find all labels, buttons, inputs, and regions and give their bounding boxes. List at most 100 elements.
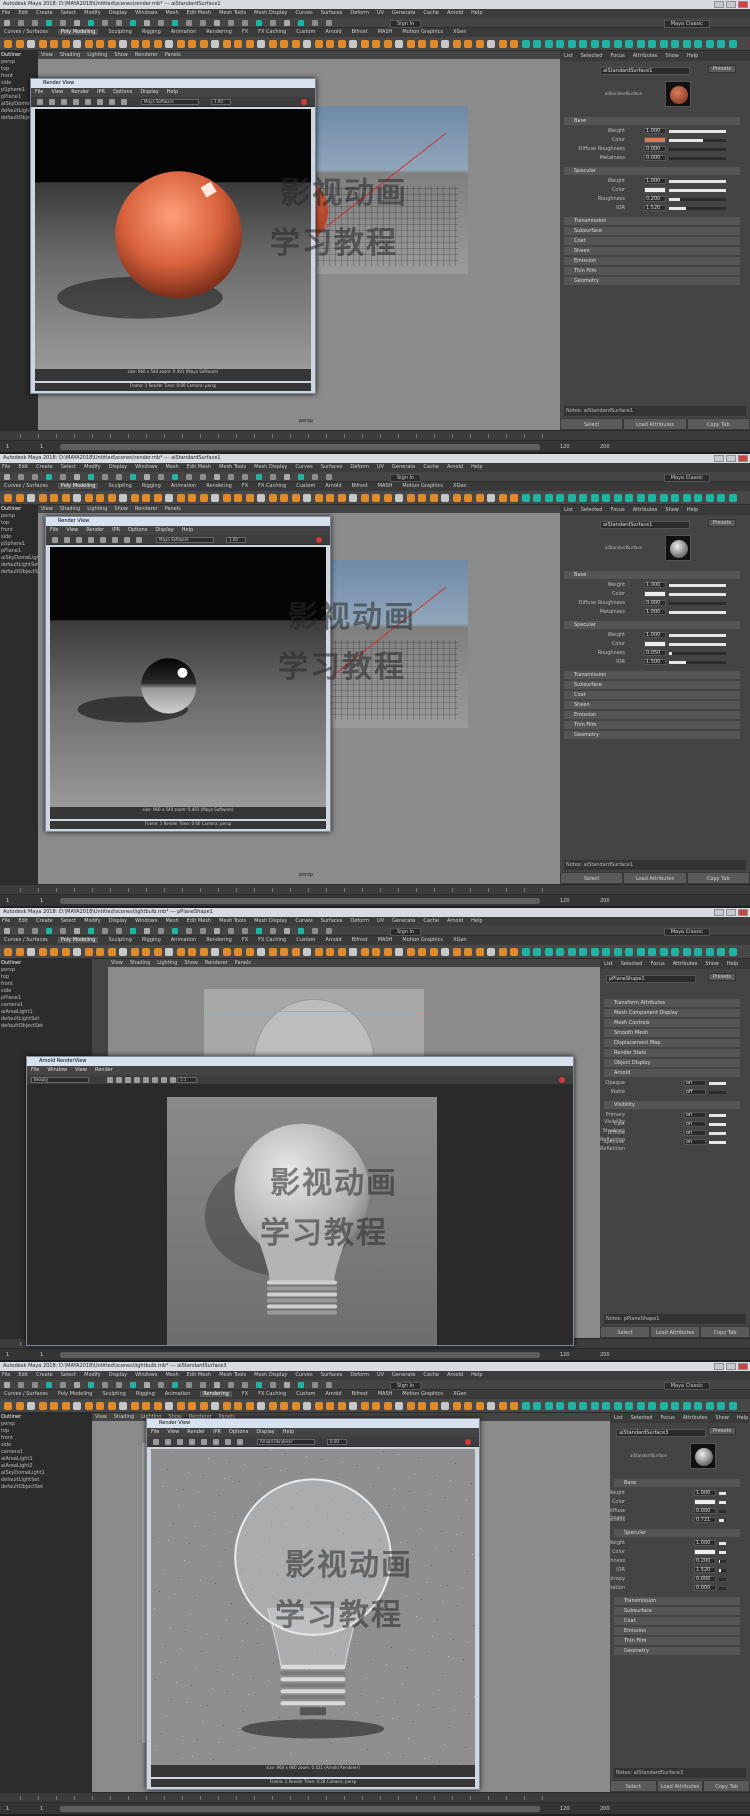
shelf-tool-icon[interactable] (119, 1402, 127, 1410)
shelf-tool-icon[interactable] (119, 494, 127, 502)
range-playback-start[interactable]: 1 (40, 895, 43, 906)
attr-value-field[interactable]: 0.000 (644, 155, 666, 161)
viewport-menu-view[interactable]: View (41, 506, 53, 512)
status-tool-icon[interactable] (46, 474, 52, 480)
shelf-tab-curves-surfaces[interactable]: Curves / Surfaces (4, 1391, 48, 1397)
shelf-tool-icon[interactable] (590, 1402, 599, 1410)
attr-slider[interactable] (669, 661, 726, 664)
menu-mesh[interactable]: Mesh (165, 464, 178, 470)
range-end-field[interactable]: 120 (560, 895, 570, 906)
range-start-field[interactable]: 1 (6, 441, 9, 452)
shelf-tool-icon[interactable] (268, 1402, 277, 1410)
shelf-tool-icon[interactable] (337, 40, 346, 48)
status-tool-icon[interactable] (172, 1382, 178, 1388)
range-start-field[interactable]: 1 (6, 895, 9, 906)
menu-file[interactable]: File (2, 1372, 10, 1378)
menu-edit-mesh[interactable]: Edit Mesh (187, 918, 211, 924)
attr-section-collapsed[interactable]: Sheen (564, 247, 740, 255)
shelf-tool-icon[interactable] (556, 494, 564, 502)
attr-tab-list[interactable]: List (604, 961, 613, 967)
status-tool-icon[interactable] (60, 20, 66, 26)
shelf-tool-icon[interactable] (326, 494, 334, 502)
render-stop-icon[interactable] (301, 99, 307, 105)
shelf-tool-icon[interactable] (682, 948, 691, 956)
status-tool-icon[interactable] (326, 474, 332, 480)
viewport-menu-renderer[interactable]: Renderer (135, 52, 158, 58)
range-bar[interactable] (60, 898, 540, 904)
attr-value-field[interactable]: 1.500 (644, 659, 666, 665)
attr-tab-show[interactable]: Show (665, 53, 679, 59)
render-tool-icon[interactable] (112, 537, 118, 543)
attr-tab-help[interactable]: Help (737, 1415, 748, 1421)
outliner-item[interactable]: aiSkyDomeLight1 (1, 555, 38, 562)
shelf-tool-icon[interactable] (245, 494, 254, 502)
menu-select[interactable]: Select (61, 10, 76, 16)
status-tool-icon[interactable] (186, 928, 192, 934)
shelf-tool-icon[interactable] (590, 40, 599, 48)
attr-tab-show[interactable]: Show (665, 507, 679, 513)
render-menu-help[interactable]: Help (283, 1429, 294, 1435)
shelf-tool-icon[interactable] (487, 40, 495, 48)
attr-slider[interactable] (719, 1560, 726, 1563)
status-tool-icon[interactable] (4, 474, 10, 480)
shelf-tool-icon[interactable] (61, 948, 70, 956)
attr-value-field[interactable] (644, 641, 666, 647)
attr-section-specular[interactable]: Specular (614, 1529, 740, 1537)
shelf-tool-icon[interactable] (291, 40, 300, 48)
shelf-tool-icon[interactable] (567, 40, 576, 48)
attr-value-field[interactable]: on (684, 1121, 706, 1127)
shelf-tool-icon[interactable] (613, 948, 622, 956)
status-tool-icon[interactable] (60, 1382, 66, 1388)
render-stop-icon[interactable] (316, 537, 322, 543)
menu-display[interactable]: Display (109, 1372, 127, 1378)
shelf-tab-rendering[interactable]: Rendering (206, 483, 232, 489)
shelf-tool-icon[interactable] (452, 1402, 461, 1410)
shelf-tool-icon[interactable] (257, 1402, 265, 1410)
status-tool-icon[interactable] (270, 474, 276, 480)
viewport-menu-view[interactable]: View (111, 960, 123, 966)
shelf-tool-icon[interactable] (73, 40, 81, 48)
status-tool-icon[interactable] (326, 928, 332, 934)
workspace-selector[interactable]: Maya Classic (663, 1382, 710, 1390)
attr-slider[interactable] (669, 157, 726, 160)
range-end-field[interactable]: 120 (560, 1803, 570, 1814)
status-tool-icon[interactable] (256, 20, 262, 26)
renderer-dropdown[interactable]: Arnold Renderer (257, 1439, 315, 1445)
shelf-tool-icon[interactable] (418, 948, 426, 956)
attr-section-specular[interactable]: Specular (564, 167, 740, 175)
menu-cache[interactable]: Cache (423, 10, 439, 16)
attr-tab-help[interactable]: Help (687, 53, 698, 59)
range-playback-start[interactable]: 1 (40, 1349, 43, 1360)
status-tool-icon[interactable] (228, 474, 234, 480)
status-tool-icon[interactable] (256, 1382, 262, 1388)
shelf-tool-icon[interactable] (648, 948, 656, 956)
attr-button-select[interactable]: Select (560, 418, 624, 430)
shelf-tab-animation[interactable]: Animation (165, 1391, 191, 1397)
render-tool-icon[interactable] (143, 1077, 149, 1083)
render-tool-icon[interactable] (73, 99, 79, 105)
shelf-tool-icon[interactable] (96, 494, 104, 502)
menu-select[interactable]: Select (61, 918, 76, 924)
maximize-button[interactable] (726, 909, 736, 916)
shelf-tool-icon[interactable] (671, 494, 679, 502)
shelf-tab-mash[interactable]: MASH (378, 1391, 393, 1397)
attr-section-collapsed[interactable]: Subsurface (564, 681, 740, 689)
close-button[interactable] (738, 455, 748, 462)
shelf-tool-icon[interactable] (291, 948, 300, 956)
shelf-tool-icon[interactable] (579, 494, 587, 502)
shelf-tool-icon[interactable] (211, 40, 219, 48)
shelf-tool-icon[interactable] (383, 1402, 392, 1410)
shelf-tool-icon[interactable] (326, 948, 334, 956)
attr-tab-show[interactable]: Show (715, 1415, 729, 1421)
shelf-tool-icon[interactable] (728, 40, 737, 48)
attr-slider[interactable] (669, 139, 726, 142)
shelf-tab-motion-graphics[interactable]: Motion Graphics (402, 29, 443, 35)
shelf-tool-icon[interactable] (176, 948, 185, 956)
render-tool-icon[interactable] (213, 1439, 219, 1445)
attr-section-collapsed[interactable]: Thin Film (564, 267, 740, 275)
menu-curves[interactable]: Curves (295, 464, 312, 470)
shelf-tool-icon[interactable] (671, 948, 679, 956)
attr-button-select[interactable]: Select (600, 1326, 650, 1338)
attr-value-field[interactable]: 1.000 (694, 1540, 716, 1546)
attr-value-field[interactable]: 0.050 (644, 650, 666, 656)
